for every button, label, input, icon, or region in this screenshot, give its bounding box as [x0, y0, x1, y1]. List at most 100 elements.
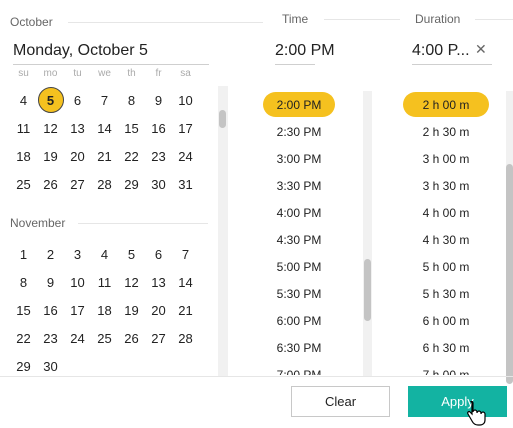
day-cell[interactable]: 27	[64, 170, 91, 198]
list-option[interactable]: 4 h 00 m	[402, 199, 490, 226]
day-cell[interactable]: 19	[37, 142, 64, 170]
day-cell[interactable]: 4	[10, 86, 37, 114]
day-cell[interactable]: 12	[37, 114, 64, 142]
hand-cursor-icon	[467, 401, 486, 426]
day-cell[interactable]: 11	[10, 114, 37, 142]
day-cell[interactable]: 23	[37, 324, 64, 352]
day-cell[interactable]: 24	[64, 324, 91, 352]
day-cell[interactable]: 21	[172, 296, 199, 324]
day-cell[interactable]: 23	[145, 142, 172, 170]
list-option[interactable]: 6 h 30 m	[402, 334, 490, 361]
list-option[interactable]: 4 h 30 m	[402, 226, 490, 253]
day-cell[interactable]: 5	[118, 240, 145, 268]
day-cell[interactable]: 2	[37, 240, 64, 268]
day-cell[interactable]: 3	[64, 240, 91, 268]
close-icon[interactable]: ✕	[475, 41, 487, 58]
list-option[interactable]: 6:00 PM	[258, 307, 340, 334]
day-cell[interactable]: 24	[172, 142, 199, 170]
day-cell[interactable]: 22	[10, 324, 37, 352]
duration-scrollbar-thumb[interactable]	[506, 164, 513, 384]
time-input[interactable]: 2:00 PM	[275, 42, 335, 65]
list-option[interactable]: 5:00 PM	[258, 253, 340, 280]
option-label: 6 h 30 m	[422, 340, 470, 355]
day-cell[interactable]: 4	[91, 240, 118, 268]
list-option[interactable]: 3 h 00 m	[402, 145, 490, 172]
day-cell[interactable]: 15	[118, 114, 145, 142]
november-days-grid: 1 2 3 4 5 6 7 8 9 10 11 12 13 14 15 16 17 18 19 20 21 22 23 24 2…	[10, 240, 200, 380]
day-cell[interactable]: 13	[64, 114, 91, 142]
list-option[interactable]: 2 h 30 m	[402, 118, 490, 145]
november-month-label: November	[10, 216, 66, 230]
day-cell[interactable]: 11	[91, 268, 118, 296]
day-cell[interactable]: 28	[91, 170, 118, 198]
list-option[interactable]: 3 h 30 m	[402, 172, 490, 199]
duration-input[interactable]: 4:00 P... ✕	[412, 41, 492, 65]
apply-button[interactable]: Apply	[408, 386, 507, 417]
day-cell[interactable]: 18	[91, 296, 118, 324]
day-cell[interactable]: 17	[172, 114, 199, 142]
time-options-list[interactable]: 2:00 PM 2:30 PM 3:00 PM 3:30 PM 4:00 PM 4:30 …	[258, 91, 340, 375]
duration-options-list[interactable]: 2 h 00 m 2 h 30 m 3 h 00 m 3 h 30 m 4 h 00 m…	[402, 91, 490, 375]
day-cell[interactable]: 31	[172, 170, 199, 198]
option-label: 5:30 PM	[276, 286, 322, 301]
option-label: 5 h 30 m	[422, 286, 470, 301]
day-cell[interactable]: 18	[10, 142, 37, 170]
day-cell[interactable]: 9	[37, 268, 64, 296]
day-cell[interactable]: 7	[91, 86, 118, 114]
day-cell[interactable]: 7	[172, 240, 199, 268]
duration-scrollbar[interactable]	[506, 91, 513, 384]
day-cell[interactable]: 16	[37, 296, 64, 324]
list-option[interactable]: 5 h 00 m	[402, 253, 490, 280]
list-option[interactable]: 3:30 PM	[258, 172, 340, 199]
day-cell[interactable]: 22	[118, 142, 145, 170]
day-cell[interactable]: 25	[91, 324, 118, 352]
list-option[interactable]: 7 h 00 m	[402, 361, 490, 376]
list-option[interactable]: 4:30 PM	[258, 226, 340, 253]
day-cell[interactable]: 19	[118, 296, 145, 324]
list-option[interactable]: 6:30 PM	[258, 334, 340, 361]
day-cell[interactable]: 16	[145, 114, 172, 142]
day-cell[interactable]: 27	[145, 324, 172, 352]
day-cell[interactable]: 29	[118, 170, 145, 198]
day-cell[interactable]: 20	[64, 142, 91, 170]
day-cell[interactable]: 17	[64, 296, 91, 324]
weekday-header: su mo tu we th fr sa	[10, 68, 200, 79]
list-option[interactable]: 3:00 PM	[258, 145, 340, 172]
calendar-scrollbar-thumb[interactable]	[219, 110, 226, 128]
day-cell[interactable]: 8	[118, 86, 145, 114]
list-option[interactable]: 2:30 PM	[258, 118, 340, 145]
day-cell[interactable]: 10	[172, 86, 199, 114]
list-option[interactable]: 7:00 PM	[258, 361, 340, 376]
day-cell[interactable]: 25	[10, 170, 37, 198]
option-label: 3 h 00 m	[422, 151, 470, 166]
day-cell[interactable]: 28	[172, 324, 199, 352]
time-scrollbar[interactable]	[363, 91, 372, 376]
time-scrollbar-thumb[interactable]	[364, 259, 371, 321]
day-cell[interactable]: 12	[118, 268, 145, 296]
day-cell[interactable]: 6	[64, 86, 91, 114]
day-cell[interactable]: 1	[10, 240, 37, 268]
list-option[interactable]: 4:00 PM	[258, 199, 340, 226]
day-cell[interactable]: 21	[91, 142, 118, 170]
selected-option[interactable]: 2 h 00 m	[402, 91, 490, 118]
day-cell[interactable]: 20	[145, 296, 172, 324]
selected-option[interactable]: 2:00 PM	[258, 91, 340, 118]
calendar-scrollbar[interactable]	[218, 86, 228, 376]
day-cell[interactable]: 6	[145, 240, 172, 268]
day-cell[interactable]: 14	[172, 268, 199, 296]
day-cell[interactable]: 13	[145, 268, 172, 296]
day-cell[interactable]: 26	[118, 324, 145, 352]
clear-button[interactable]: Clear	[291, 386, 390, 417]
list-option[interactable]: 5 h 30 m	[402, 280, 490, 307]
day-cell[interactable]: 30	[145, 170, 172, 198]
day-cell[interactable]: 8	[10, 268, 37, 296]
day-cell[interactable]: 10	[64, 268, 91, 296]
list-option[interactable]: 6 h 00 m	[402, 307, 490, 334]
date-input[interactable]: Monday, October 5	[13, 42, 209, 65]
day-cell[interactable]: 26	[37, 170, 64, 198]
list-option[interactable]: 5:30 PM	[258, 280, 340, 307]
day-cell[interactable]: 9	[145, 86, 172, 114]
day-cell[interactable]: 14	[91, 114, 118, 142]
selected-day-cell[interactable]: 5	[37, 86, 64, 114]
day-cell[interactable]: 15	[10, 296, 37, 324]
